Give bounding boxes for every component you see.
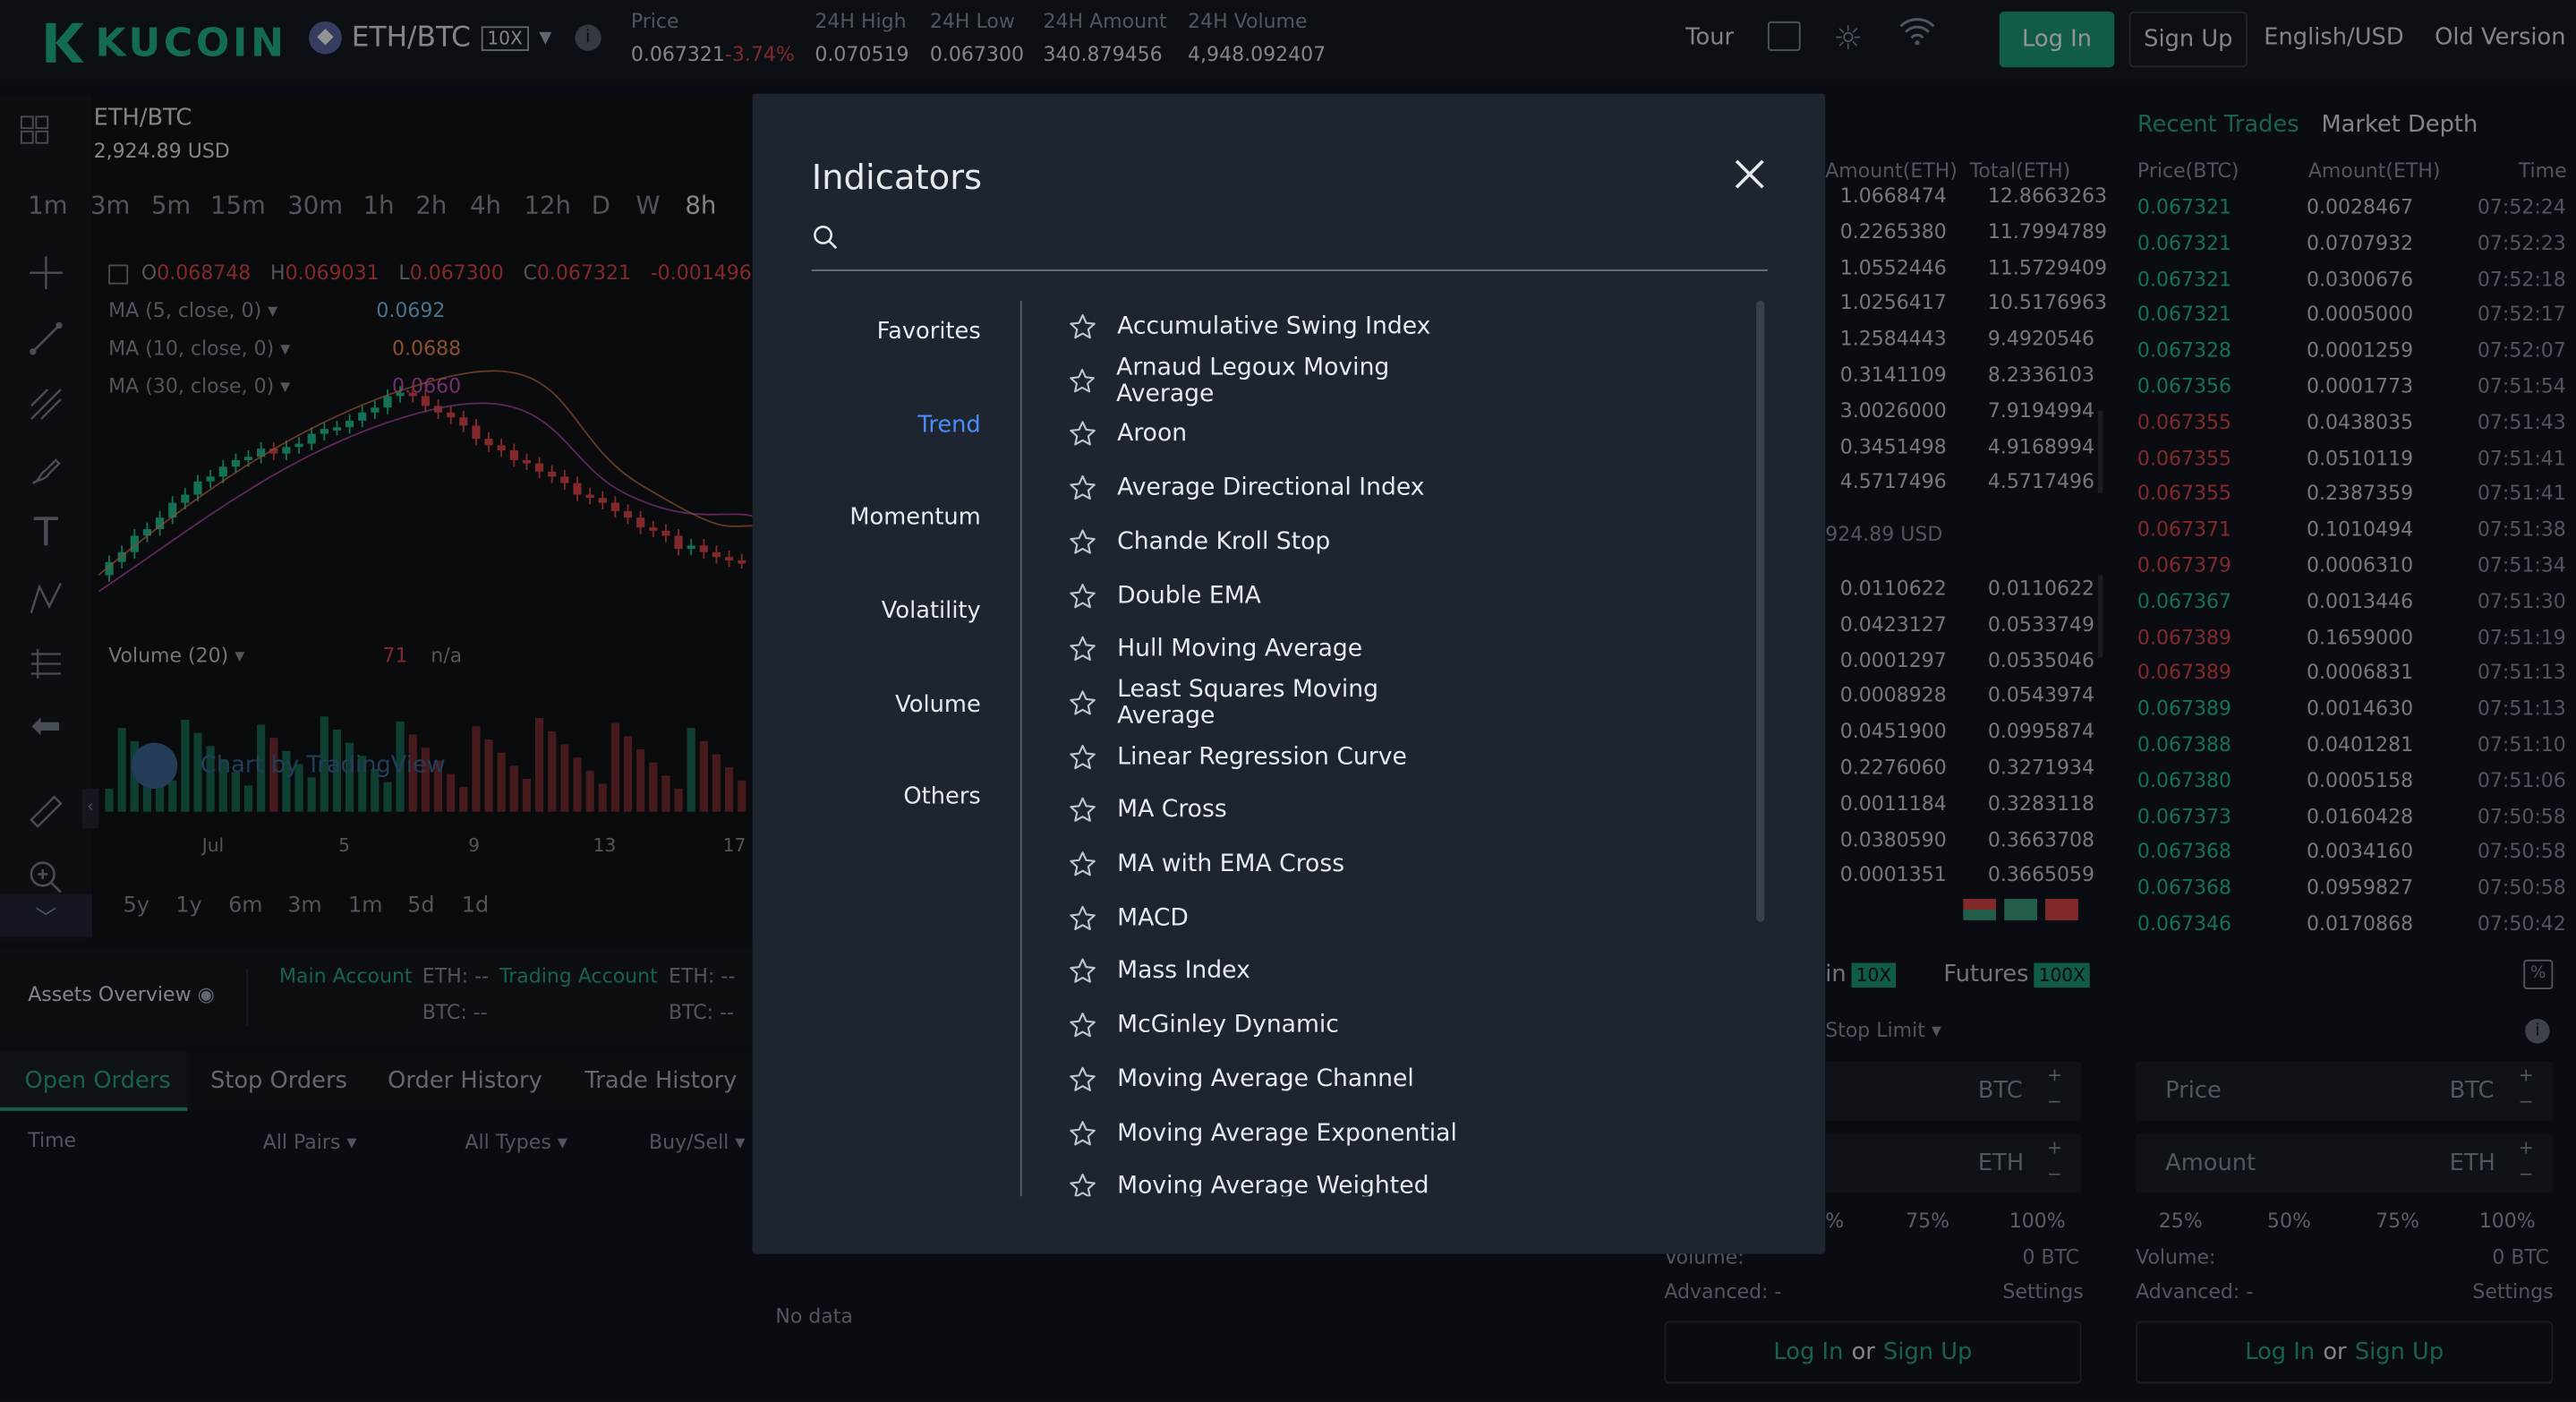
indicator-item[interactable]: Least Squares Moving Average	[1068, 677, 1483, 730]
search-icon	[814, 226, 838, 250]
indicator-item[interactable]: Moving Average Weighted	[1068, 1160, 1429, 1197]
indicator-name: MA with EMA Cross	[1117, 851, 1345, 878]
star-icon[interactable]	[1068, 527, 1097, 557]
indicator-item[interactable]: Linear Regression Curve	[1068, 731, 1407, 783]
star-icon[interactable]	[1068, 635, 1097, 664]
star-icon[interactable]	[1068, 688, 1097, 718]
indicator-name: Chande Kroll Stop	[1117, 528, 1331, 556]
star-icon[interactable]	[1068, 581, 1097, 611]
indicator-name: Moving Average Channel	[1117, 1065, 1414, 1093]
star-icon[interactable]	[1068, 420, 1097, 449]
indicator-item[interactable]: Chande Kroll Stop	[1068, 516, 1330, 568]
indicators-modal: Indicators Favorites Trend Momentum Vola…	[752, 93, 1826, 1254]
category-trend[interactable]: Trend	[917, 413, 980, 439]
indicator-name: Double EMA	[1117, 582, 1261, 610]
star-icon[interactable]	[1068, 474, 1097, 503]
star-icon[interactable]	[1068, 1118, 1097, 1148]
indicator-name: MA Cross	[1117, 797, 1227, 825]
indicator-name: McGinley Dynamic	[1117, 1012, 1339, 1039]
indicator-search-input[interactable]	[811, 221, 1768, 271]
star-icon[interactable]	[1068, 903, 1097, 933]
category-momentum[interactable]: Momentum	[849, 504, 980, 530]
indicator-item[interactable]: McGinley Dynamic	[1068, 999, 1339, 1052]
search-text-field[interactable]	[850, 221, 1755, 265]
indicator-name: Least Squares Moving Average	[1117, 677, 1379, 730]
indicator-item[interactable]: Double EMA	[1068, 569, 1261, 622]
indicator-name: Linear Regression Curve	[1117, 743, 1407, 771]
category-others[interactable]: Others	[903, 784, 980, 810]
indicator-item[interactable]: Moving Average Channel	[1068, 1053, 1414, 1106]
star-icon[interactable]	[1068, 312, 1097, 342]
category-volatility[interactable]: Volatility	[882, 598, 981, 624]
star-icon[interactable]	[1068, 366, 1096, 396]
indicator-name: MACD	[1117, 904, 1189, 932]
star-icon[interactable]	[1068, 1064, 1097, 1094]
indicator-name: Average Directional Index	[1117, 474, 1425, 501]
category-volume[interactable]: Volume	[895, 692, 981, 718]
modal-title: Indicators	[811, 158, 983, 198]
indicator-item[interactable]: MA Cross	[1068, 784, 1227, 837]
star-icon[interactable]	[1068, 957, 1097, 987]
indicator-item[interactable]: Aroon	[1068, 408, 1187, 461]
indicator-list-scrollbar[interactable]	[1756, 300, 1765, 922]
indicator-item[interactable]: Moving Average Exponential	[1068, 1107, 1457, 1159]
indicator-name: Hull Moving Average	[1117, 636, 1363, 663]
category-favorites[interactable]: Favorites	[877, 319, 981, 345]
indicator-item[interactable]: Arnaud Legoux Moving Average	[1068, 355, 1483, 407]
indicator-name: Moving Average Weighted	[1117, 1173, 1429, 1197]
indicator-item[interactable]: Accumulative Swing Index	[1068, 301, 1430, 354]
indicator-name: Accumulative Swing Index	[1117, 313, 1431, 340]
indicator-item[interactable]: MA with EMA Cross	[1068, 838, 1344, 891]
category-divider	[1019, 300, 1022, 1197]
indicator-item[interactable]: MACD	[1068, 892, 1189, 945]
indicator-name: Moving Average Exponential	[1117, 1119, 1457, 1147]
indicator-name: Aroon	[1117, 421, 1188, 448]
indicator-name: Mass Index	[1117, 958, 1250, 986]
star-icon[interactable]	[1068, 742, 1097, 772]
indicator-item[interactable]: Average Directional Index	[1068, 462, 1425, 515]
close-icon[interactable]	[1732, 156, 1768, 192]
star-icon[interactable]	[1068, 1011, 1097, 1040]
star-icon[interactable]	[1068, 1172, 1097, 1197]
indicator-item[interactable]: Hull Moving Average	[1068, 623, 1362, 676]
indicator-item[interactable]: Mass Index	[1068, 945, 1250, 998]
indicator-list: Accumulative Swing Index Arnaud Legoux Mo…	[1042, 301, 1773, 1197]
star-icon[interactable]	[1068, 796, 1097, 825]
indicator-name: Arnaud Legoux Moving Average	[1116, 354, 1390, 407]
star-icon[interactable]	[1068, 850, 1097, 879]
